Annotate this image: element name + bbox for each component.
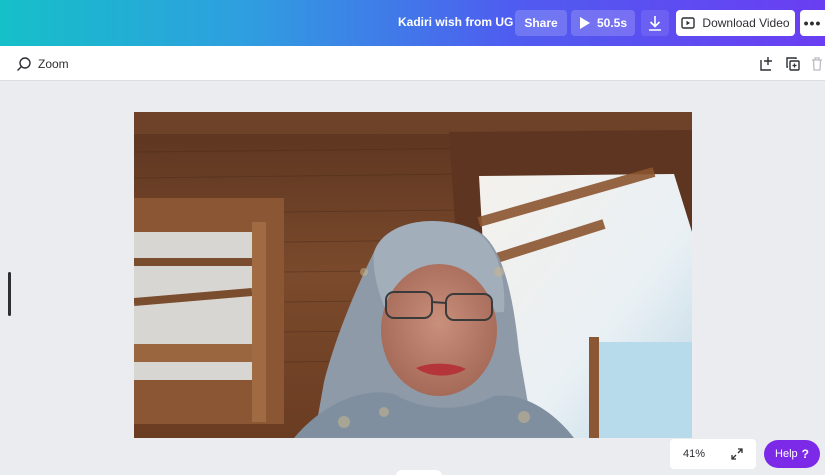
duplicate-page-icon[interactable]: [785, 56, 801, 72]
video-still-image: [134, 112, 692, 438]
delete-page-icon[interactable]: [809, 56, 825, 72]
help-label: Help: [775, 448, 798, 460]
zoom-control: 41%: [670, 439, 756, 469]
download-video-button[interactable]: Download Video: [676, 10, 795, 36]
zoom-label: Zoom: [38, 57, 69, 71]
video-element[interactable]: [134, 112, 692, 438]
share-button[interactable]: Share: [515, 10, 567, 36]
help-question-mark: ?: [801, 447, 809, 461]
editor-header: Kadiri wish from UG Share 50.5s Download…: [0, 0, 825, 46]
expand-icon[interactable]: [731, 448, 743, 460]
play-icon: [579, 17, 590, 29]
page-toolbar: Zoom: [0, 46, 825, 81]
download-icon: [649, 16, 661, 31]
document-title[interactable]: Kadiri wish from UG: [398, 15, 513, 29]
download-video-label: Download Video: [702, 16, 790, 30]
more-options-button[interactable]: •••: [800, 10, 825, 36]
zoom-icon: [17, 57, 31, 71]
download-button[interactable]: [641, 10, 669, 36]
zoom-level[interactable]: 41%: [683, 448, 705, 460]
video-icon: [681, 17, 696, 29]
side-panel-handle[interactable]: [8, 272, 11, 316]
play-button[interactable]: 50.5s: [571, 10, 635, 36]
add-page-icon[interactable]: [759, 56, 775, 72]
play-duration: 50.5s: [596, 16, 628, 30]
help-button[interactable]: Help ?: [764, 440, 820, 468]
pages-panel-tab[interactable]: [396, 470, 442, 475]
zoom-tool[interactable]: Zoom: [16, 56, 69, 72]
